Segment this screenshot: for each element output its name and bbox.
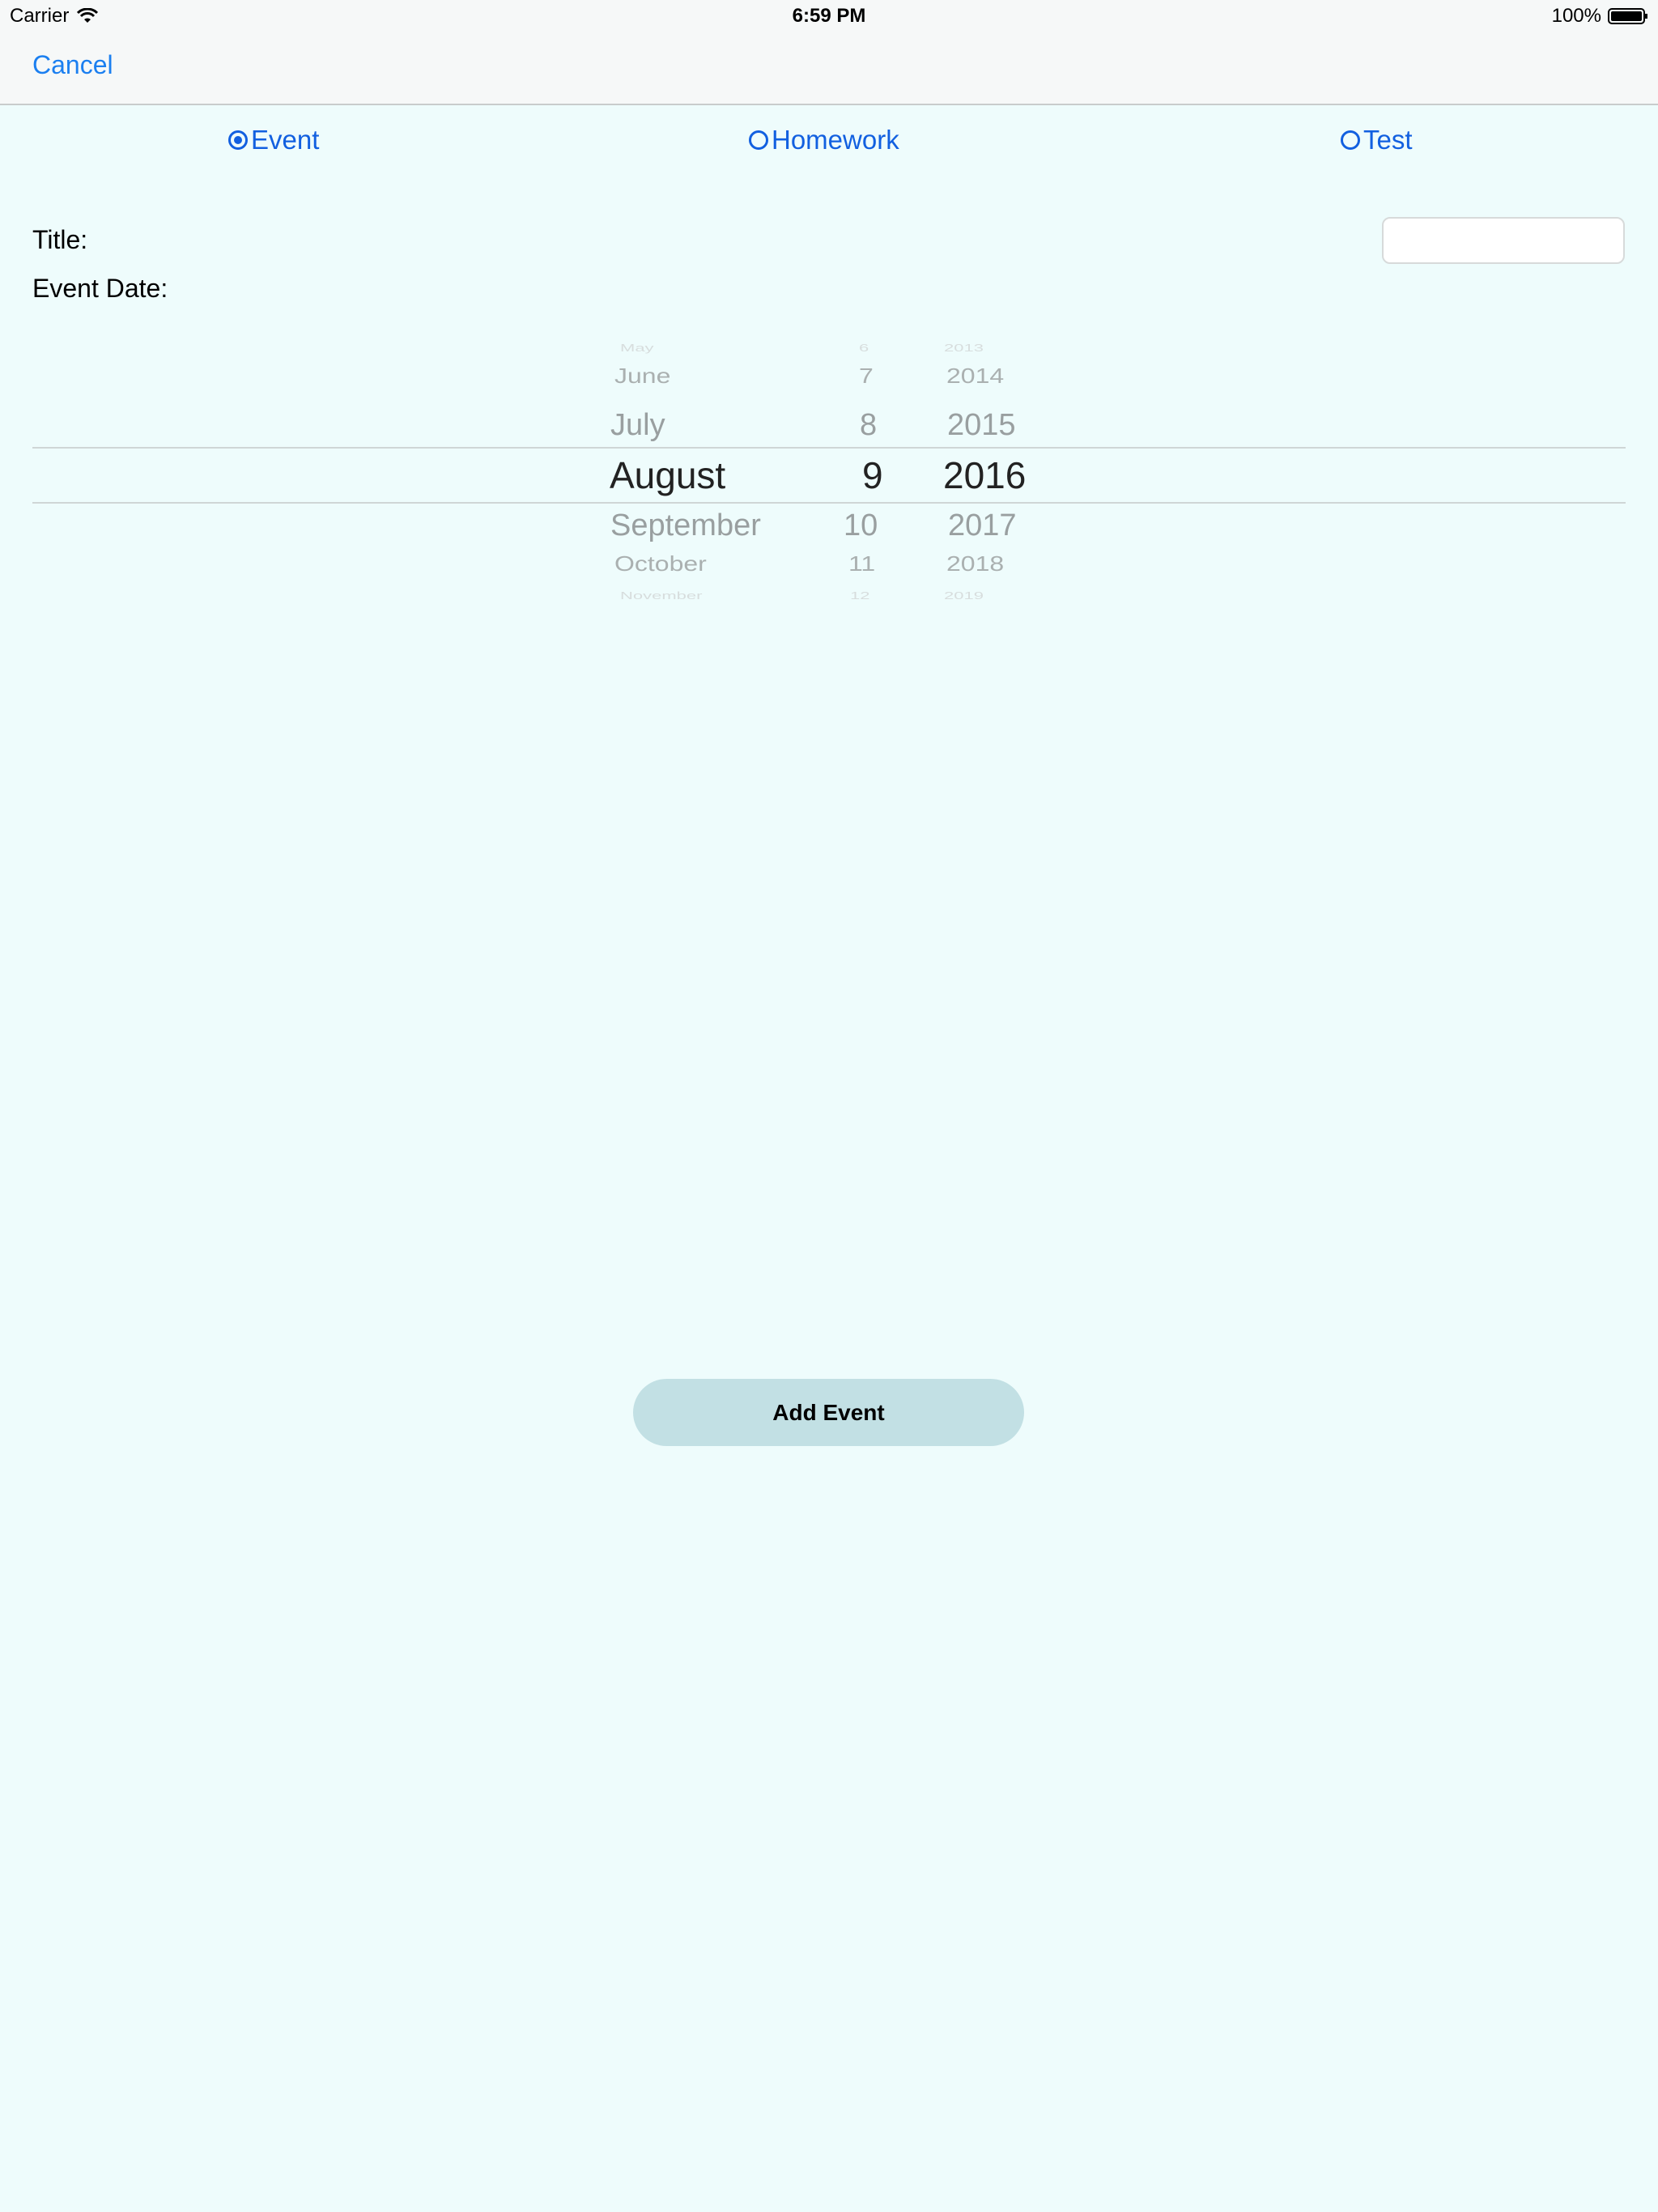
add-event-button[interactable]: Add Event	[633, 1379, 1024, 1446]
picker-day-item[interactable]: 6	[859, 342, 869, 355]
item-type-selector: Event Homework Test	[0, 125, 1658, 164]
status-bar: Carrier 6:59 PM 100%	[0, 0, 1658, 32]
picker-day-selected[interactable]: 9	[862, 453, 883, 497]
title-input[interactable]	[1382, 217, 1625, 264]
radio-unselected-icon	[1341, 130, 1360, 150]
battery-group: 100%	[1552, 5, 1648, 28]
picker-day-item[interactable]: 10	[844, 508, 878, 543]
radio-homework[interactable]: Homework	[749, 125, 899, 155]
radio-homework-label: Homework	[772, 125, 899, 155]
date-picker[interactable]: May June July August September October N…	[32, 340, 1626, 615]
picker-day-item[interactable]: 12	[850, 589, 869, 602]
status-time: 6:59 PM	[792, 5, 866, 27]
picker-day-item[interactable]: 8	[860, 408, 877, 443]
radio-selected-icon	[228, 130, 248, 150]
event-date-label: Event Date:	[32, 274, 168, 303]
picker-year-item[interactable]: 2019	[944, 589, 984, 602]
picker-month-item[interactable]: October	[614, 552, 707, 576]
picker-month-selected[interactable]: August	[610, 453, 725, 497]
picker-year-item[interactable]: 2017	[948, 508, 1017, 543]
navigation-bar: Cancel	[0, 32, 1658, 105]
picker-month-item[interactable]: July	[610, 408, 665, 443]
radio-test[interactable]: Test	[1341, 125, 1413, 155]
radio-unselected-icon	[749, 130, 768, 150]
picker-selection-top-line	[32, 447, 1626, 449]
picker-selection-bottom-line	[32, 502, 1626, 504]
radio-event[interactable]: Event	[228, 125, 319, 155]
cancel-button[interactable]: Cancel	[32, 50, 113, 80]
picker-day-item[interactable]: 11	[848, 552, 875, 576]
title-label: Title:	[32, 225, 88, 254]
picker-year-selected[interactable]: 2016	[943, 453, 1026, 497]
picker-month-item[interactable]: September	[610, 508, 761, 543]
picker-day-item[interactable]: 7	[859, 364, 874, 389]
picker-year-item[interactable]: 2015	[947, 408, 1016, 443]
picker-month-item[interactable]: May	[620, 342, 654, 355]
picker-year-item[interactable]: 2013	[944, 342, 984, 355]
picker-month-item[interactable]: June	[614, 364, 670, 389]
battery-icon	[1608, 7, 1648, 25]
radio-test-label: Test	[1363, 125, 1413, 155]
picker-month-item[interactable]: November	[620, 589, 702, 602]
radio-event-label: Event	[251, 125, 320, 155]
picker-year-item[interactable]: 2018	[946, 552, 1004, 576]
battery-percent: 100%	[1551, 5, 1601, 27]
picker-year-item[interactable]: 2014	[946, 364, 1004, 389]
